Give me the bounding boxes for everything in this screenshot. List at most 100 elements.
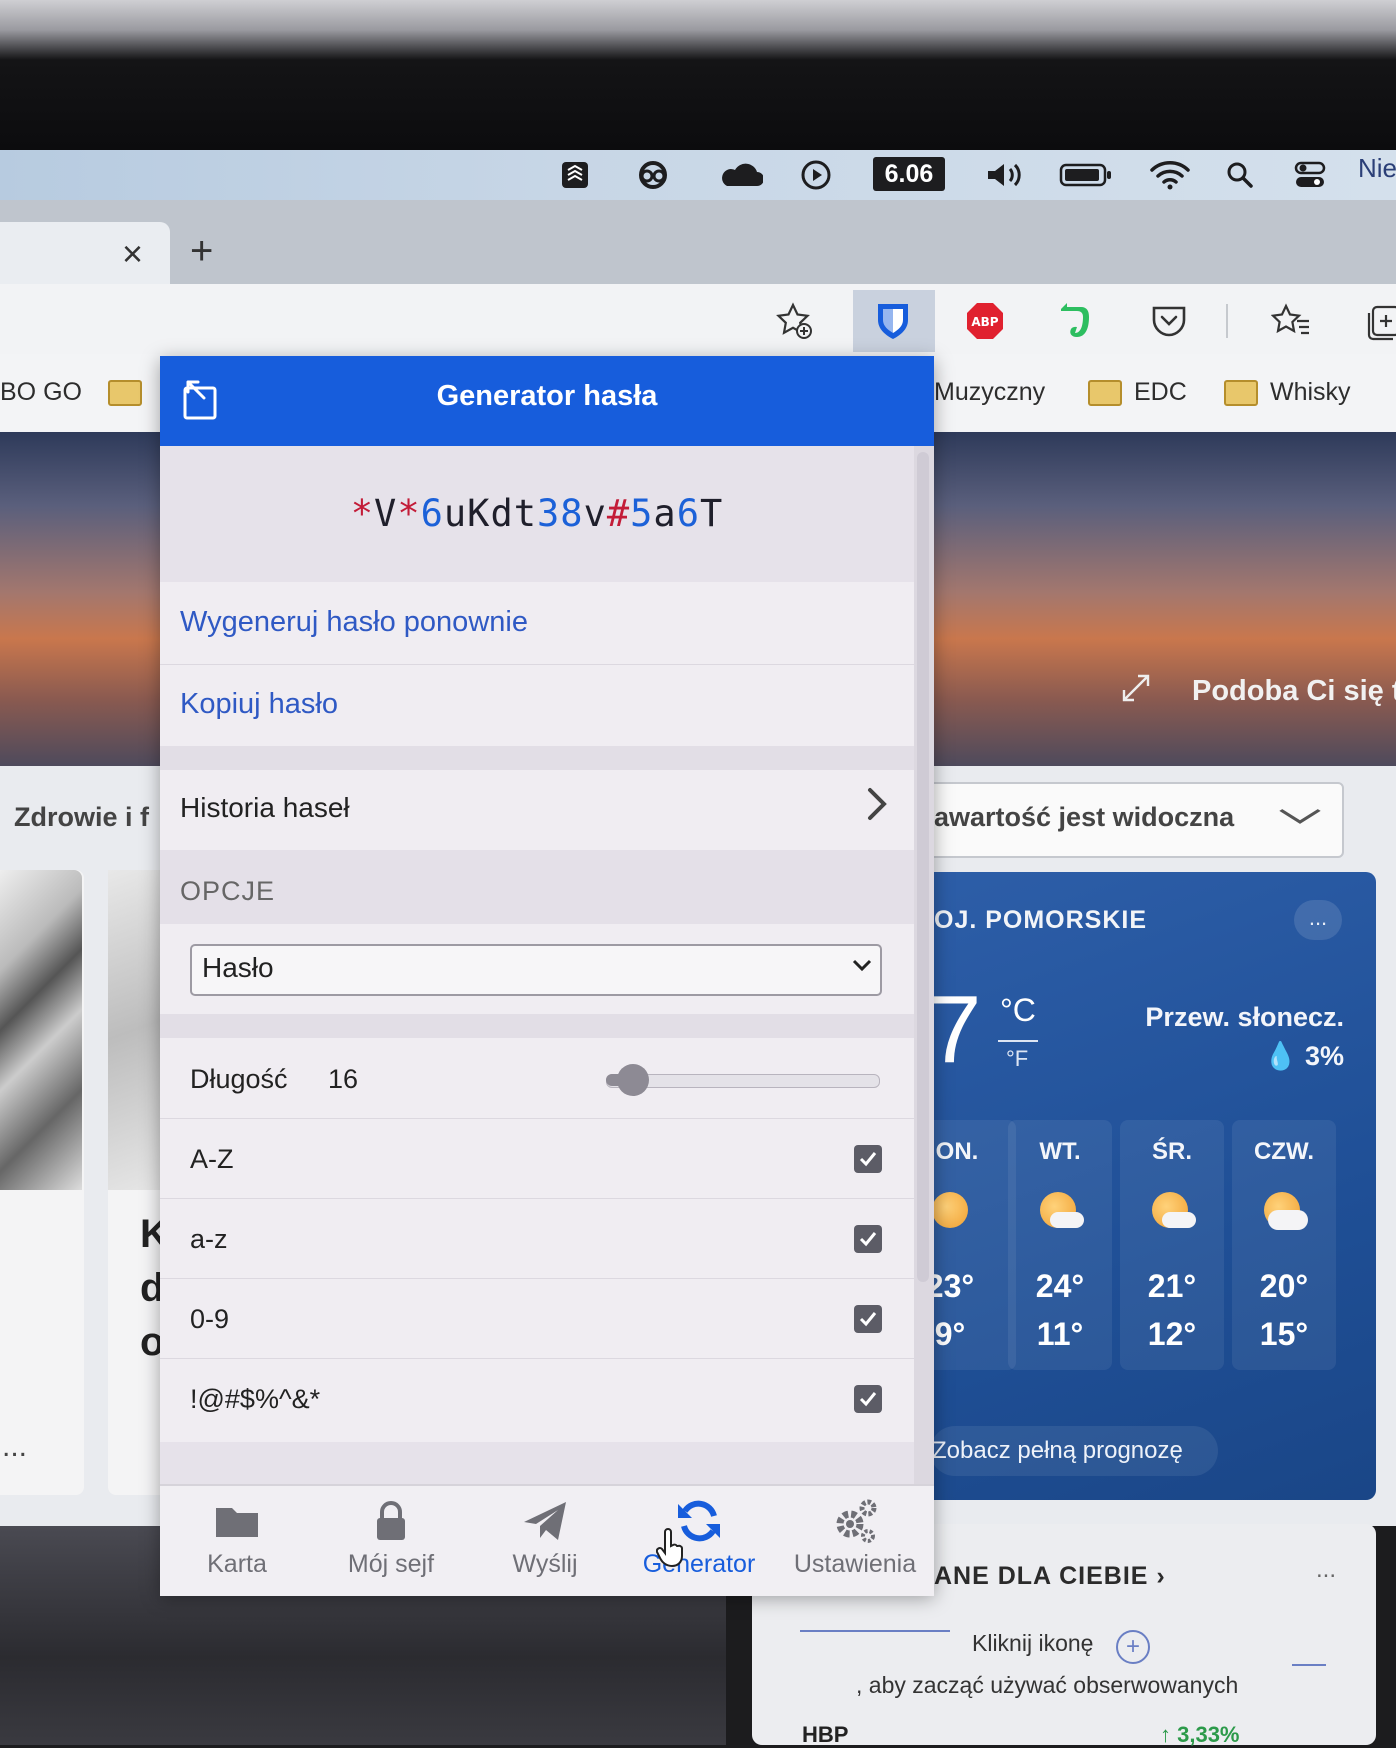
lowercase-option-label: a-z [190,1224,228,1254]
copy-password-link[interactable]: Kopiuj hasło [180,688,338,721]
special-chars-option-label: !@#$%^&* [190,1384,321,1414]
forecast-high: 24° [1035,1268,1085,1304]
password-char: a [653,492,677,535]
folder-icon [1224,380,1258,406]
nav-tab-send[interactable]: Wyślij [468,1484,622,1594]
favorites-icon[interactable] [1268,298,1314,344]
volume-icon[interactable] [982,158,1028,192]
weather-location: OJ. POMORSKIE [934,906,1148,934]
options-header: OPCJE [180,876,276,906]
divider [160,664,914,665]
folder-icon [1088,380,1122,406]
full-forecast-link[interactable]: Zobacz pełną prognozę [930,1426,1218,1476]
card-more-text[interactable]: ... [2,1430,27,1464]
hero-feedback-text[interactable]: Podoba Ci się t [1192,675,1396,708]
search-icon[interactable] [1222,158,1258,192]
more-options-icon[interactable]: ... [1316,1556,1336,1584]
bitwarden-shield-icon[interactable] [870,298,916,344]
adblock-plus-icon[interactable]: ABP [962,298,1008,344]
bookmark-muzyczny[interactable]: Muzyczny [934,370,1045,414]
onedrive-icon[interactable] [716,158,766,192]
play-icon[interactable] [798,158,834,192]
menu-bar-partial-text: Nie [1358,153,1396,183]
folder-icon [108,380,142,406]
section-gap [160,1442,914,1484]
watchlist-title[interactable]: ANE DLA CIEBIE › [934,1562,1166,1591]
bookmark-label: Whisky [1270,377,1351,406]
cloud-icon [1050,1212,1084,1228]
weather-temperature: 7 [928,976,982,1083]
nav-tab-settings[interactable]: Ustawienia [778,1484,932,1594]
weather-precipitation: 💧 3% [1263,1041,1344,1071]
expand-icon[interactable] [1120,672,1152,712]
unit-fahrenheit[interactable]: °F [1006,1046,1028,1072]
bookmark-folder[interactable] [108,370,154,414]
nav-tab-karta[interactable]: Karta [160,1484,314,1594]
bookmark-label: BO GO [0,377,82,406]
pocket-icon[interactable] [1146,298,1192,344]
password-char: V [374,492,398,535]
length-label: Długość [190,1064,288,1094]
nav-label: Karta [207,1550,267,1578]
length-value: 16 [328,1064,359,1094]
divider [160,1118,914,1119]
password-char: 6 [420,492,444,535]
lock-icon [366,1496,416,1546]
decorative-line [1292,1664,1326,1666]
stack-icon[interactable] [555,158,595,192]
password-history-label: Historia haseł [180,792,350,823]
nav-tab-generator[interactable]: Generator [622,1484,776,1594]
new-tab-icon[interactable]: + [190,228,213,274]
password-char: 5 [630,492,654,535]
password-char: T [699,492,724,535]
add-icon[interactable]: + [1116,1630,1150,1664]
wifi-icon[interactable] [1148,158,1192,192]
collections-icon[interactable] [1360,298,1396,344]
password-char: 6 [676,492,700,535]
regenerate-password-link[interactable]: Wygeneruj hasło ponownie [180,606,528,639]
forecast-day-name: ŚR. [1151,1138,1192,1165]
news-card-image [0,870,82,1190]
nav-tab-my-vault[interactable]: Mój sejf [314,1484,468,1594]
unit-divider [998,1040,1038,1042]
popup-scrollbar-thumb[interactable] [917,452,929,1282]
section-gap [160,1014,914,1038]
more-options-icon[interactable]: ... [1294,900,1342,940]
nav-label: Wyślij [512,1550,578,1578]
forecast-high: 20° [1259,1268,1309,1304]
ticker-change: ↑ 3,33% [1160,1722,1240,1747]
divider [160,1358,914,1359]
weather-condition: Przew. słonecz. [1145,1002,1344,1032]
control-center-icon[interactable] [1290,158,1330,192]
divider [160,1198,914,1199]
add-favorite-icon[interactable] [772,298,818,344]
screen-bezel [0,0,1396,150]
tab-close-icon[interactable]: × [122,232,143,276]
type-select[interactable] [190,944,882,996]
numbers-checkbox[interactable] [854,1305,882,1333]
news-card-image [108,870,160,1190]
browser-tab[interactable] [0,222,170,284]
ticker-symbol[interactable]: HBP [802,1722,848,1748]
password-char: v [583,492,607,535]
unit-celsius[interactable]: °C [1000,992,1036,1029]
lowercase-checkbox[interactable] [854,1225,882,1253]
bookmark-edc[interactable]: EDC [1088,370,1187,414]
menu-clock[interactable]: 6.06 [873,157,945,191]
nav-label: Generator [642,1550,756,1578]
creative-cloud-icon[interactable] [630,158,676,192]
bookmark-label: EDC [1134,377,1187,406]
special-chars-checkbox[interactable] [854,1385,882,1413]
password-char: * [350,492,375,535]
hand-cursor-icon [655,1528,686,1568]
bookmark-partial[interactable]: BO GO [0,370,82,414]
nav-label: Ustawienia [793,1550,917,1578]
section-label[interactable]: Zdrowie i f [14,802,149,833]
forecast-low: 12° [1147,1316,1197,1352]
folder-icon [212,1496,262,1546]
uppercase-checkbox[interactable] [854,1145,882,1173]
generated-password[interactable]: *V*6uKdt38v#5a6T [160,492,914,535]
bookmark-whisky[interactable]: Whisky [1224,370,1351,414]
battery-icon[interactable] [1058,158,1114,192]
evernote-icon[interactable] [1052,298,1098,344]
